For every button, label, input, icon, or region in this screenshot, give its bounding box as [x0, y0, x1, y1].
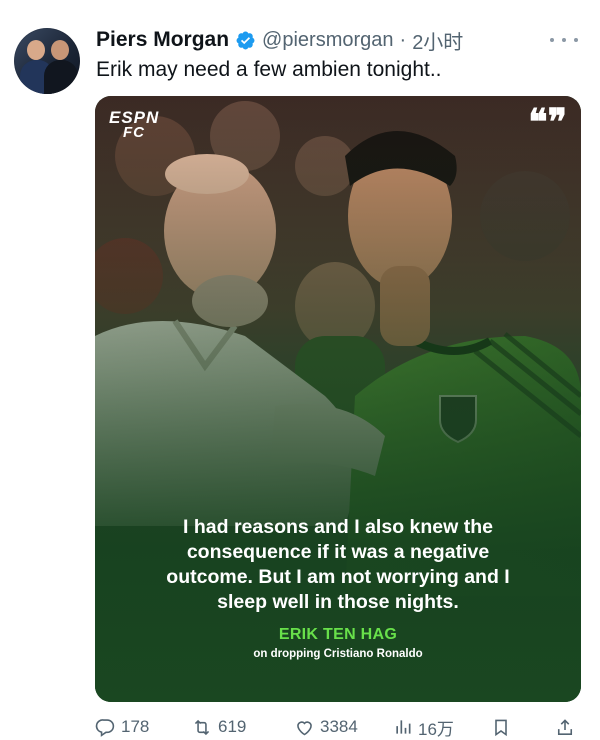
- author-name[interactable]: Piers Morgan: [96, 28, 229, 52]
- more-options-icon[interactable]: [550, 30, 578, 50]
- quote-line: consequence if it was a negative: [186, 541, 490, 563]
- reply-button[interactable]: 178: [95, 716, 149, 738]
- quote-attribution-name: ERIK TEN HAG: [278, 626, 398, 643]
- like-button[interactable]: 3384: [294, 716, 358, 738]
- quote-line: sleep well in those nights.: [217, 591, 459, 613]
- views-button[interactable]: 16万: [393, 716, 454, 739]
- verified-badge-icon: [236, 31, 255, 49]
- views-chart-icon: [396, 720, 411, 734]
- bookmark-button[interactable]: [491, 716, 511, 738]
- timestamp[interactable]: 2小时: [412, 26, 463, 55]
- bookmark-icon: [495, 719, 507, 736]
- tweet-media-image[interactable]: ESPN FC ❝❞ I had reasons and I also knew…: [95, 96, 581, 702]
- avatar[interactable]: [14, 28, 80, 94]
- share-button[interactable]: [555, 716, 575, 738]
- like-count: 3384: [320, 717, 358, 736]
- heart-icon: [297, 720, 312, 735]
- tweet-header: Piers Morgan @piersmorgan · 2小时: [96, 26, 463, 54]
- quote-line: outcome. But I am not worrying and I: [166, 566, 510, 588]
- tweet-text: Erik may need a few ambien tonight..: [96, 58, 442, 81]
- reply-count: 178: [121, 717, 150, 736]
- retweet-count: 619: [218, 717, 247, 736]
- reply-icon: [95, 718, 115, 737]
- quote-text: I had reasons and I also knew the conseq…: [95, 515, 581, 615]
- quote-mark-icon: ❝❞: [528, 101, 567, 143]
- quote-attribution-context: on dropping Cristiano Ronaldo: [253, 648, 423, 660]
- view-count: 16万: [418, 719, 454, 739]
- action-bar: 178 619 3384 16万: [95, 716, 581, 739]
- author-handle[interactable]: @piersmorgan: [262, 29, 393, 52]
- retweet-button[interactable]: 619: [191, 716, 246, 738]
- retweet-icon: [194, 719, 210, 735]
- separator-dot: ·: [399, 28, 407, 51]
- espn-fc-logo: ESPN FC: [109, 108, 160, 141]
- share-icon: [557, 718, 573, 735]
- quote-line: I had reasons and I also knew the: [183, 516, 493, 538]
- tweet[interactable]: Piers Morgan @piersmorgan · 2小时 Erik may…: [0, 0, 600, 739]
